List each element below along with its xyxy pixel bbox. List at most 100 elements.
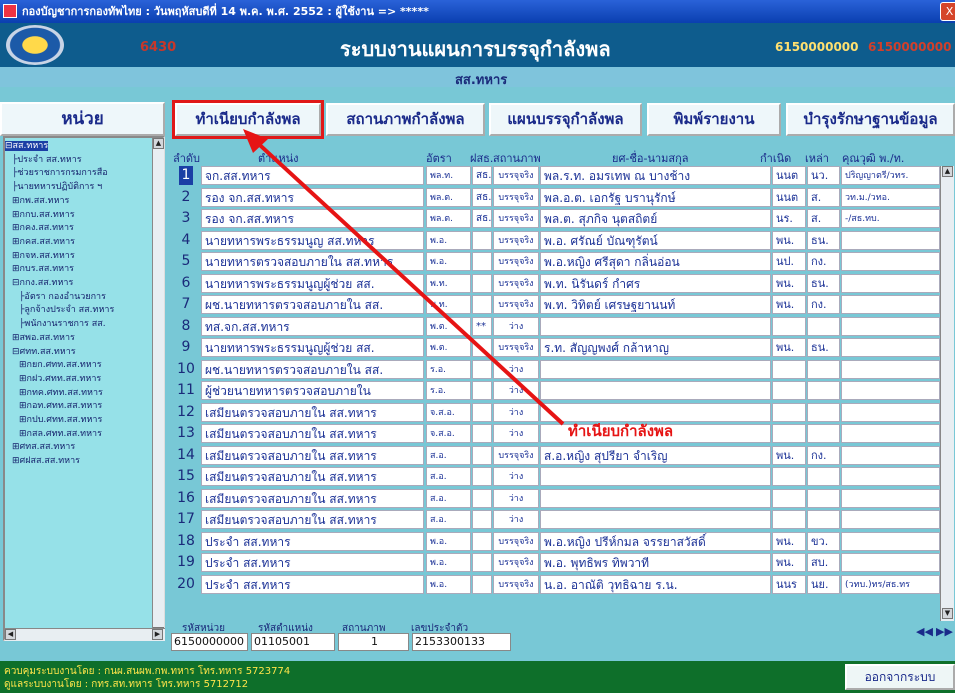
origin-cell[interactable] — [772, 359, 806, 379]
origin-cell[interactable]: พน. — [772, 338, 806, 357]
tree-item[interactable]: ├ช่วยราชการกรมการสื่อ — [5, 167, 152, 180]
position-cell[interactable]: ทส.จก.สส.ทหาร — [201, 316, 424, 336]
education-cell[interactable] — [841, 531, 940, 551]
origin-cell[interactable] — [772, 510, 806, 529]
education-cell[interactable] — [841, 467, 940, 486]
education-cell[interactable] — [841, 402, 940, 422]
position-cell[interactable]: ผช.นายทหารตรวจสอบภายใน สส. — [201, 359, 424, 379]
row-number[interactable]: 13 — [171, 424, 201, 443]
name-cell[interactable] — [540, 359, 771, 379]
branch-cell[interactable] — [807, 381, 840, 400]
table-row[interactable]: 14 เสมียนตรวจสอบภายใน สส.ทหาร ส.อ. บรรจุจริ… — [171, 445, 955, 466]
position-cell[interactable]: นายทหารพระธรรมนูญผู้ช่วย สส. — [201, 273, 424, 293]
tree-item[interactable]: ⊞ศฝสส.สส.ทหาร — [5, 455, 152, 468]
row-number[interactable]: 16 — [171, 489, 201, 508]
branch-cell[interactable] — [807, 510, 840, 529]
tree-item[interactable]: ⊞กบร.สส.ทหาร — [5, 263, 152, 276]
name-cell[interactable]: พล.อ.ต. เอกรัฐ บรานุรักษ์ — [540, 187, 771, 207]
table-row[interactable]: 17 เสมียนตรวจสอบภายใน สส.ทหาร ส.อ. ว่าง — [171, 509, 955, 530]
origin-cell[interactable] — [772, 488, 806, 508]
name-cell[interactable] — [540, 488, 771, 508]
scroll-up-icon[interactable]: ▲ — [153, 138, 164, 149]
name-cell[interactable]: พ.ท. วิทิตย์ เศรษฐยานนท์ — [540, 295, 771, 314]
tree-item[interactable]: ⊞กยก.ศทท.สส.ทหาร — [5, 359, 152, 372]
education-cell[interactable] — [841, 295, 940, 314]
position-cell[interactable]: ประจำ สส.ทหาร — [201, 553, 424, 572]
flag-cell[interactable] — [472, 510, 492, 529]
row-number[interactable]: 12 — [171, 403, 201, 422]
tree-item[interactable]: ├ลูกจ้างประจำ สส.ทหาร — [5, 304, 152, 317]
tree-item[interactable]: ⊟ศทท.สส.ทหาร — [5, 346, 152, 359]
name-cell[interactable] — [540, 510, 771, 529]
branch-cell[interactable]: กง. — [807, 295, 840, 314]
flag-cell[interactable] — [472, 553, 492, 572]
status-cell[interactable]: บรรจุจริง — [493, 166, 539, 185]
row-number[interactable]: 10 — [171, 360, 201, 379]
table-row[interactable]: 18 ประจำ สส.ทหาร พ.อ. บรรจุจริง พ.อ.หญิง ปรี… — [171, 531, 955, 552]
origin-cell[interactable]: พน. — [772, 445, 806, 465]
status-cell[interactable]: ว่าง — [493, 488, 539, 508]
table-row[interactable]: 20 ประจำ สส.ทหาร พ.อ. บรรจุจริง น.อ. อาณัติ … — [171, 574, 955, 595]
tree-vertical-scrollbar[interactable]: ▲ ▼ — [152, 138, 164, 639]
education-cell[interactable] — [841, 381, 940, 400]
origin-cell[interactable] — [772, 316, 806, 336]
table-row[interactable]: 19 ประจำ สส.ทหาร พ.อ. บรรจุจริง พ.อ. พุทธิพร… — [171, 552, 955, 573]
tree-item[interactable]: ⊞กปบ.ศทท.สส.ทหาร — [5, 414, 152, 427]
origin-cell[interactable]: พน. — [772, 273, 806, 293]
position-cell[interactable]: เสมียนตรวจสอบภายใน สส.ทหาร — [201, 424, 424, 443]
education-cell[interactable]: วท.ม./วทอ. — [841, 187, 940, 207]
rate-cell[interactable]: พล.ต. — [426, 187, 471, 207]
row-number[interactable]: 14 — [171, 446, 201, 465]
position-cell[interactable]: รอง จก.สส.ทหาร — [201, 187, 424, 207]
status-cell[interactable]: ว่าง — [493, 402, 539, 422]
position-cell[interactable]: ผู้ช่วยนายทหารตรวจสอบภายใน — [201, 381, 424, 400]
name-cell[interactable] — [540, 381, 771, 400]
education-cell[interactable] — [841, 273, 940, 293]
branch-cell[interactable]: ธน. — [807, 230, 840, 250]
next-page-button[interactable]: ▶▶ — [936, 625, 953, 643]
name-cell[interactable]: พ.อ. พุทธิพร ทิพวาที — [540, 553, 771, 572]
tree-item[interactable]: ⊞ศทส.สส.ทหาร — [5, 441, 152, 454]
row-number[interactable]: 1 — [179, 166, 193, 185]
education-cell[interactable] — [841, 510, 940, 529]
rate-cell[interactable]: ส.อ. — [426, 467, 471, 486]
name-cell[interactable] — [540, 316, 771, 336]
tab-staffing-plan[interactable]: แผนบรรจุกำลังพล — [489, 103, 642, 136]
name-cell[interactable] — [540, 467, 771, 486]
origin-cell[interactable]: พน. — [772, 295, 806, 314]
tree-horizontal-scrollbar[interactable]: ◀ ▶ — [5, 628, 165, 641]
flag-cell[interactable] — [472, 445, 492, 465]
rate-cell[interactable]: ร.อ. — [426, 359, 471, 379]
scroll-left-icon[interactable]: ◀ — [5, 629, 16, 640]
name-cell[interactable]: พ.อ.หญิง ศรีสุดา กลิ่นอ่อน — [540, 252, 771, 271]
table-row[interactable]: 4 นายทหารพระธรรมนูญ สส.ทหาร พ.อ. บรรจุจริงพ… — [171, 230, 955, 251]
status-cell[interactable]: บรรจุจริง — [493, 187, 539, 207]
status-cell[interactable]: บรรจุจริง — [493, 553, 539, 572]
education-cell[interactable] — [841, 316, 940, 336]
table-row[interactable]: 2 รอง จก.สส.ทหาร พล.ต. สธ. บรรจุจริง พล.อ.ต. … — [171, 187, 955, 208]
flag-cell[interactable]: สธ. — [472, 166, 492, 185]
flag-cell[interactable] — [472, 488, 492, 508]
scroll-right-icon[interactable]: ▶ — [152, 629, 163, 640]
origin-cell[interactable]: นนต — [772, 166, 806, 185]
flag-cell[interactable] — [472, 359, 492, 379]
branch-cell[interactable]: ขว. — [807, 531, 840, 551]
education-cell[interactable] — [841, 424, 940, 443]
tree-item[interactable]: ⊞กอท.ศทท.สส.ทหาร — [5, 400, 152, 413]
prev-page-button[interactable]: ◀◀ — [916, 625, 933, 643]
position-cell[interactable]: เสมียนตรวจสอบภายใน สส.ทหาร — [201, 445, 424, 465]
rate-cell[interactable]: พ.อ. — [426, 574, 471, 594]
row-number[interactable]: 5 — [171, 252, 201, 271]
status-cell[interactable]: บรรจุจริง — [493, 252, 539, 271]
row-number[interactable]: 4 — [171, 231, 201, 250]
row-number[interactable]: 3 — [171, 209, 201, 228]
name-cell[interactable]: พล.ร.ท. อมรเทพ ณ บางช้าง — [540, 166, 771, 185]
rate-cell[interactable]: ส.อ. — [426, 445, 471, 465]
row-number[interactable]: 6 — [171, 274, 201, 293]
row-number[interactable]: 18 — [171, 532, 201, 551]
status-cell[interactable]: ว่าง — [493, 316, 539, 336]
table-row[interactable]: 13 เสมียนตรวจสอบภายใน สส.ทหาร จ.ส.อ. ว่าง — [171, 423, 955, 444]
education-cell[interactable]: (วทบ.)ทร/สธ.ทร — [841, 574, 940, 594]
branch-cell[interactable] — [807, 424, 840, 443]
origin-cell[interactable]: พน. — [772, 230, 806, 250]
